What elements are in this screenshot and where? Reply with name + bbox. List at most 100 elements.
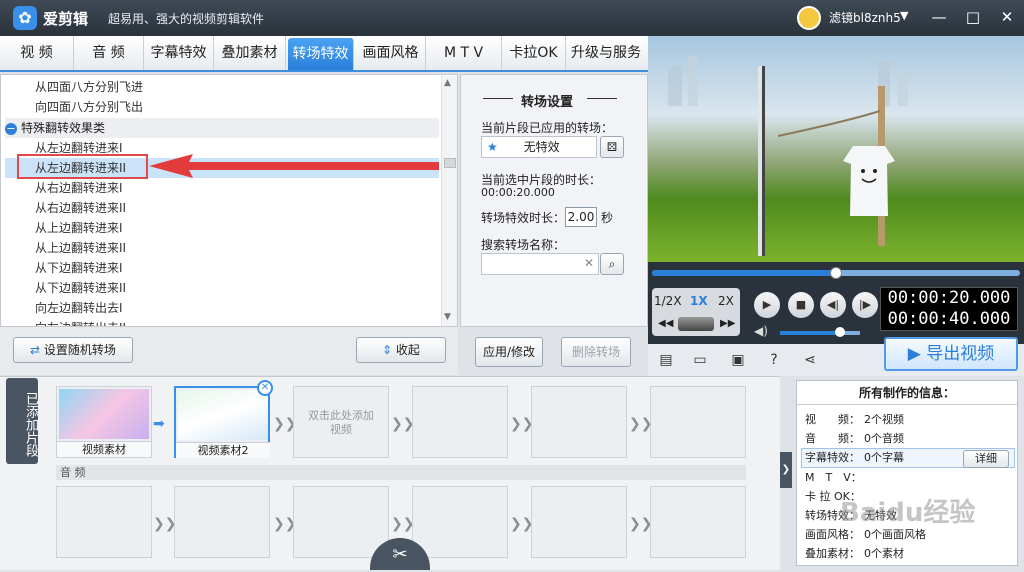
forward-icon[interactable]: ▶▶ xyxy=(720,318,735,329)
divider xyxy=(587,98,617,99)
minimize-icon[interactable]: — xyxy=(928,6,950,28)
scrollbar-thumb[interactable] xyxy=(444,158,456,168)
volume-handle[interactable] xyxy=(835,327,845,337)
speed-half[interactable]: 1/2X xyxy=(654,294,682,308)
clip-label: 视频素材2 xyxy=(176,442,270,458)
info-value: 2个视频 xyxy=(864,413,904,426)
empty-slot[interactable] xyxy=(650,386,746,458)
collapse-button[interactable]: ⇕ 收起 xyxy=(356,337,446,363)
close-icon[interactable]: ✕ xyxy=(996,6,1018,28)
random-transition-button[interactable]: ⇄ 设置随机转场 xyxy=(13,337,133,363)
list-item[interactable]: 从上边翻转进来I xyxy=(35,218,123,238)
next-frame-icon[interactable]: |▶ xyxy=(852,292,878,318)
tab-mtv[interactable]: M T V xyxy=(426,36,502,70)
list-item[interactable]: 从右边翻转进来I xyxy=(35,178,123,198)
new-file-icon[interactable]: ▤ xyxy=(656,350,676,370)
list-item[interactable]: 向四面八方分别飞出 xyxy=(35,97,143,117)
tab-karaoke[interactable]: 卡拉OK xyxy=(502,36,566,70)
applied-transition-box: ★ 无特效 xyxy=(481,136,597,158)
clear-icon[interactable]: ✕ xyxy=(584,256,594,270)
empty-slot[interactable] xyxy=(531,386,627,458)
shuffle-icon: ⇄ xyxy=(30,343,44,357)
progress-area xyxy=(648,262,1024,284)
scroll-down-icon[interactable]: ▼ xyxy=(444,312,451,322)
info-key: 视 频： xyxy=(805,413,860,426)
tab-transition[interactable]: 转场特效 xyxy=(288,38,354,70)
video-preview xyxy=(648,36,1024,262)
username[interactable]: 滤镜bl8znh5 xyxy=(829,9,901,26)
add-video-slot[interactable]: 双击此处添加视频 xyxy=(293,386,389,458)
effect-duration-unit: 秒 xyxy=(601,211,614,225)
apply-button[interactable]: 应用/修改 xyxy=(475,337,543,367)
video-clip-1[interactable]: 视频素材 xyxy=(56,386,152,458)
list-item[interactable]: 从下边翻转进来I xyxy=(35,258,123,278)
jog-wheel[interactable] xyxy=(678,317,714,331)
highlight-box xyxy=(17,154,148,179)
tab-style[interactable]: 画面风格 xyxy=(356,36,426,70)
add-video-prompt: 双击此处添加视频 xyxy=(308,409,374,436)
chevron-icon: ❯❯ xyxy=(629,416,653,432)
applied-label: 当前片段已应用的转场： xyxy=(481,121,614,135)
list-group-header[interactable]: − 特殊翻转效果类 xyxy=(5,118,439,138)
dice-icon[interactable]: ⚄ xyxy=(600,136,624,158)
audio-slot[interactable] xyxy=(650,486,746,558)
tab-upgrade[interactable]: 升级与服务 xyxy=(566,36,646,70)
tab-video[interactable]: 视 频 xyxy=(0,36,74,70)
list-item[interactable]: 向左边翻转出去I xyxy=(35,298,123,318)
delete-transition-button[interactable]: 删除转场 xyxy=(561,337,631,367)
collapse-icon[interactable]: − xyxy=(5,122,17,135)
effect-duration-input[interactable]: 2.00 xyxy=(565,207,597,227)
audio-slot[interactable] xyxy=(412,486,508,558)
stop-icon[interactable]: ■ xyxy=(788,292,814,318)
added-clips-tab[interactable]: 已添加片段 xyxy=(6,378,38,464)
audio-slot[interactable] xyxy=(531,486,627,558)
chevron-down-icon[interactable]: ▼ xyxy=(900,9,908,22)
list-item[interactable]: 从右边翻转进来II xyxy=(35,198,126,218)
scroll-up-icon[interactable]: ▲ xyxy=(444,78,451,88)
save-icon[interactable]: ▣ xyxy=(728,350,748,370)
chevron-icon: ❯❯ xyxy=(510,516,534,532)
maximize-icon[interactable]: □ xyxy=(962,6,984,28)
share-icon[interactable]: ⋖ xyxy=(800,350,820,370)
tab-audio[interactable]: 音 频 xyxy=(74,36,144,70)
list-item[interactable]: 从四面八方分别飞进 xyxy=(35,77,143,97)
clip-arrow-icon: ➡ xyxy=(153,416,165,432)
video-clip-2[interactable]: 视频素材2 xyxy=(174,386,270,458)
clip-thumbnail xyxy=(178,390,268,440)
search-input[interactable] xyxy=(481,253,599,275)
volume-icon[interactable]: ◀) xyxy=(754,324,768,338)
search-icon[interactable]: ⌕ xyxy=(600,253,624,275)
list-scrollbar[interactable]: ▲ ▼ xyxy=(441,76,457,326)
rewind-icon[interactable]: ◀◀ xyxy=(658,318,673,329)
tab-subtitle[interactable]: 字幕特效 xyxy=(144,36,214,70)
total-time: 00:00:40.000 xyxy=(887,309,1011,329)
settings-title: 转场设置 xyxy=(521,95,574,110)
prev-frame-icon[interactable]: ◀| xyxy=(820,292,846,318)
help-icon[interactable]: ? xyxy=(764,350,784,370)
empty-slot[interactable] xyxy=(412,386,508,458)
list-item[interactable]: 向左边翻转出去II xyxy=(35,318,126,326)
info-value: 0个素材 xyxy=(864,547,904,560)
audio-slot[interactable] xyxy=(56,486,152,558)
info-value: 0个字幕 xyxy=(864,451,904,464)
speed-double[interactable]: 2X xyxy=(718,294,734,308)
user-avatar[interactable] xyxy=(797,6,821,30)
collapse-arrows-icon: ⇕ xyxy=(382,343,396,357)
audio-slot[interactable] xyxy=(174,486,270,558)
list-item[interactable]: 从上边翻转进来II xyxy=(35,238,126,258)
info-row-subtitle: 字幕特效： 0个字幕 xyxy=(805,449,904,467)
tab-overlay[interactable]: 叠加素材 xyxy=(214,36,286,70)
progress-handle[interactable] xyxy=(830,267,842,279)
audio-slot[interactable] xyxy=(293,486,389,558)
info-row-audio: 音 频： 0个音频 xyxy=(805,430,904,448)
info-row-overlay: 叠加素材： 0个素材 xyxy=(805,545,904,563)
detail-button[interactable]: 详细 xyxy=(963,450,1009,468)
list-item[interactable]: 从下边翻转进来II xyxy=(35,278,126,298)
speed-normal[interactable]: 1X xyxy=(690,294,708,308)
expand-panel-icon[interactable]: ❯ xyxy=(780,452,792,488)
open-folder-icon[interactable]: ▭ xyxy=(690,350,710,370)
remove-clip-icon[interactable]: ✕ xyxy=(257,380,273,396)
watermark: Baidu经验 xyxy=(840,498,976,528)
play-icon[interactable]: ▶ xyxy=(754,292,780,318)
export-video-button[interactable]: ▶ 导出视频 xyxy=(884,337,1018,371)
